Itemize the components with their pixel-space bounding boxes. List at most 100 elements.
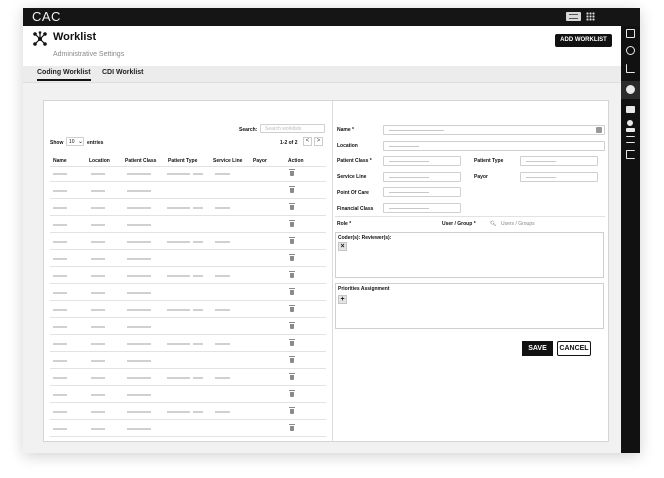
table-cell xyxy=(127,428,151,430)
trash-icon[interactable] xyxy=(289,322,295,329)
user-group-label: User / Group * xyxy=(442,221,476,227)
table-cell xyxy=(127,190,151,192)
patient-class-input[interactable] xyxy=(383,156,461,166)
service-line-input[interactable] xyxy=(383,172,461,182)
cancel-button[interactable]: CANCEL xyxy=(557,341,591,356)
trash-icon[interactable] xyxy=(289,237,295,244)
table-cell xyxy=(127,309,151,311)
trash-icon[interactable] xyxy=(289,203,295,210)
col-header-patient-class[interactable]: Patient Class xyxy=(125,158,156,164)
table-cell xyxy=(127,292,151,294)
point-of-care-input[interactable] xyxy=(383,187,461,197)
payor-input[interactable] xyxy=(520,172,598,182)
priorities-assignment-label: Priorities Assignment xyxy=(338,286,390,292)
coders-reviewers-label: Coder(s): Reviewer(s): xyxy=(338,235,392,241)
trash-icon[interactable] xyxy=(289,288,295,295)
row-divider xyxy=(50,232,326,233)
col-header-patient-type[interactable]: Patient Type xyxy=(168,158,197,164)
trash-icon[interactable] xyxy=(289,424,295,431)
row-divider xyxy=(50,402,326,403)
patient-type-input-value xyxy=(526,161,556,162)
tab-coding-worklist[interactable]: Coding Worklist xyxy=(37,69,91,81)
prev-page-button[interactable]: < xyxy=(303,137,312,146)
name-input[interactable] xyxy=(383,125,605,135)
bar-chart-icon[interactable] xyxy=(626,64,635,73)
point-of-care-label: Point Of Care xyxy=(337,190,369,196)
table-cell xyxy=(53,377,67,379)
document-icon[interactable] xyxy=(626,29,635,38)
col-header-location[interactable]: Location xyxy=(89,158,110,164)
row-divider xyxy=(50,317,326,318)
service-line-label: Service Line xyxy=(337,174,367,180)
search-input[interactable]: Search worklists xyxy=(260,124,325,133)
row-divider xyxy=(50,351,326,352)
mail-icon[interactable] xyxy=(626,106,635,113)
user-group-icon[interactable] xyxy=(626,128,635,132)
field-options-icon[interactable] xyxy=(596,127,602,133)
add-icon[interactable]: + xyxy=(338,295,347,304)
tab-bar: Coding Worklist CDI Worklist xyxy=(23,66,621,83)
location-input[interactable] xyxy=(383,141,605,151)
table-cell xyxy=(167,309,190,311)
trash-icon[interactable] xyxy=(289,373,295,380)
row-divider xyxy=(50,249,326,250)
table-cell xyxy=(215,173,230,175)
add-worklist-button[interactable]: ADD WORKLIST xyxy=(555,34,612,47)
financial-class-input[interactable] xyxy=(383,203,461,213)
trash-icon[interactable] xyxy=(289,271,295,278)
transfer-icon[interactable] xyxy=(626,136,635,143)
save-button[interactable]: SAVE xyxy=(522,341,553,356)
trash-icon[interactable] xyxy=(289,220,295,227)
apps-grid-icon[interactable] xyxy=(586,12,595,21)
patient-class-label: Patient Class * xyxy=(337,158,372,164)
table-cell xyxy=(193,343,203,345)
col-header-payor[interactable]: Payor xyxy=(253,158,267,164)
trash-icon[interactable] xyxy=(289,407,295,414)
entries-select[interactable]: 10 ⌄ xyxy=(66,137,84,146)
trash-icon[interactable] xyxy=(289,356,295,363)
trash-icon[interactable] xyxy=(289,305,295,312)
row-divider xyxy=(50,419,326,420)
table-cell xyxy=(167,241,190,243)
row-divider xyxy=(50,334,326,335)
table-cell xyxy=(215,309,230,311)
table-cell xyxy=(167,207,190,209)
col-header-name[interactable]: Name xyxy=(53,158,67,164)
trash-icon[interactable] xyxy=(289,169,295,176)
trash-icon[interactable] xyxy=(289,186,295,193)
next-page-button[interactable]: > xyxy=(314,137,323,146)
col-header-service-line[interactable]: Service Line xyxy=(213,158,242,164)
row-divider xyxy=(50,368,326,369)
user-icon[interactable] xyxy=(627,120,633,126)
users-groups-input[interactable]: Users / Groups xyxy=(501,221,535,227)
table-cell xyxy=(167,343,190,345)
chevron-down-icon: ⌄ xyxy=(78,139,84,145)
top-bar: CAC xyxy=(23,8,640,26)
table-cell xyxy=(127,224,151,226)
logout-icon[interactable] xyxy=(626,150,635,159)
table-cell xyxy=(91,411,105,413)
table-cell xyxy=(193,309,203,311)
trash-icon[interactable] xyxy=(289,390,295,397)
close-icon[interactable]: × xyxy=(338,242,347,251)
table-cell xyxy=(215,241,230,243)
table-cell xyxy=(53,190,67,192)
right-sidebar xyxy=(621,26,640,453)
gear-icon[interactable] xyxy=(626,85,635,94)
table-header-divider xyxy=(50,166,326,167)
keyboard-icon[interactable] xyxy=(566,12,581,21)
dashboard-icon[interactable] xyxy=(626,46,635,55)
table-cell xyxy=(193,275,203,277)
table-cell xyxy=(167,411,190,413)
patient-type-label: Patient Type xyxy=(474,158,504,164)
trash-icon[interactable] xyxy=(289,339,295,346)
table-cell xyxy=(91,394,105,396)
point-of-care-input-value xyxy=(389,192,429,193)
table-cell xyxy=(127,258,151,260)
location-label: Location xyxy=(337,143,358,149)
patient-type-input[interactable] xyxy=(520,156,598,166)
table-cell xyxy=(53,309,67,311)
trash-icon[interactable] xyxy=(289,254,295,261)
tab-cdi-worklist[interactable]: CDI Worklist xyxy=(102,69,144,76)
row-divider xyxy=(50,283,326,284)
